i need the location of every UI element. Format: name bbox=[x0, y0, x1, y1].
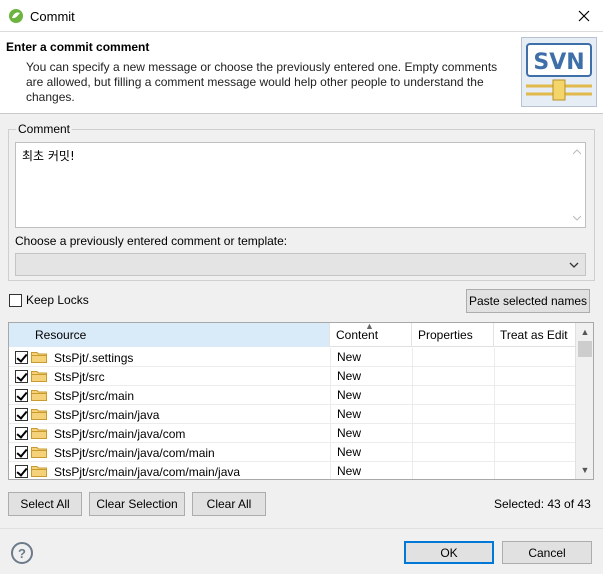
scroll-down-icon bbox=[573, 215, 581, 221]
row-properties bbox=[412, 348, 494, 367]
row-checkbox[interactable] bbox=[15, 446, 28, 459]
keep-locks-check[interactable] bbox=[9, 293, 22, 307]
row-treat-as-edit bbox=[494, 424, 575, 443]
table-row[interactable]: StsPjt/src New bbox=[9, 367, 575, 386]
table-row[interactable]: StsPjt/src/main/java/com/main New bbox=[9, 443, 575, 462]
row-content: New bbox=[330, 386, 412, 405]
table-row[interactable]: StsPjt/src/main New bbox=[9, 386, 575, 405]
comment-group-label: Comment bbox=[16, 122, 73, 136]
row-resource: StsPjt/src/main/java/com bbox=[54, 427, 186, 441]
column-treat-as-edit[interactable]: Treat as Edit bbox=[494, 323, 575, 347]
row-checkbox[interactable] bbox=[15, 465, 28, 478]
clear-all-button[interactable]: Clear All bbox=[192, 492, 266, 516]
app-icon bbox=[9, 9, 23, 23]
row-treat-as-edit bbox=[494, 367, 575, 386]
row-treat-as-edit bbox=[494, 386, 575, 405]
previous-comment-select[interactable] bbox=[15, 253, 586, 276]
sort-ascending-icon: ▲ bbox=[365, 322, 374, 331]
scroll-up-icon bbox=[573, 149, 581, 155]
column-resource[interactable]: Resource bbox=[9, 323, 330, 347]
table-row[interactable]: StsPjt/src/main/java/com/main/java New bbox=[9, 462, 575, 479]
comment-text: 최초 커밋! bbox=[22, 149, 75, 163]
folder-icon bbox=[31, 466, 47, 477]
row-checkbox[interactable] bbox=[15, 389, 28, 402]
folder-icon bbox=[31, 352, 47, 363]
footer-divider bbox=[0, 528, 603, 529]
row-content: New bbox=[330, 462, 412, 479]
folder-icon bbox=[31, 447, 47, 458]
cancel-button[interactable]: Cancel bbox=[502, 541, 592, 564]
paste-selected-names-button[interactable]: Paste selected names bbox=[466, 289, 590, 313]
svn-logo-text: SVN bbox=[533, 50, 584, 75]
scroll-up-icon[interactable]: ▲ bbox=[576, 323, 593, 341]
row-resource: StsPjt/.settings bbox=[54, 351, 134, 365]
row-resource: StsPjt/src/main/java/com/main bbox=[54, 446, 215, 460]
row-treat-as-edit bbox=[494, 462, 575, 479]
selected-count: Selected: 43 of 43 bbox=[494, 497, 591, 511]
keep-locks-checkbox[interactable]: Keep Locks bbox=[9, 293, 89, 307]
row-content: New bbox=[330, 348, 412, 367]
row-checkbox[interactable] bbox=[15, 427, 28, 440]
header-description: You can specify a new message or choose … bbox=[26, 60, 498, 104]
resource-table: Resource Content Properties Treat as Edi… bbox=[8, 322, 594, 480]
row-checkbox[interactable] bbox=[15, 351, 28, 364]
folder-icon bbox=[31, 371, 47, 382]
row-content: New bbox=[330, 405, 412, 424]
row-resource: StsPjt/src/main/java bbox=[54, 408, 160, 422]
row-content: New bbox=[330, 367, 412, 386]
choose-comment-label: Choose a previously entered comment or t… bbox=[15, 234, 288, 248]
scrollbar-thumb[interactable] bbox=[578, 341, 592, 357]
folder-icon bbox=[31, 428, 47, 439]
row-checkbox[interactable] bbox=[15, 408, 28, 421]
row-resource: StsPjt/src/main/java/com/main/java bbox=[54, 465, 241, 479]
table-row[interactable]: StsPjt/src/main/java New bbox=[9, 405, 575, 424]
svn-logo: SVN bbox=[521, 37, 597, 107]
row-resource: StsPjt/src bbox=[54, 370, 105, 384]
column-properties[interactable]: Properties bbox=[412, 323, 494, 347]
close-icon bbox=[578, 10, 590, 22]
row-checkbox[interactable] bbox=[15, 370, 28, 383]
vertical-scrollbar[interactable]: ▲ ▼ bbox=[575, 323, 593, 479]
table-header: Resource Content Properties Treat as Edi… bbox=[9, 323, 575, 347]
folder-icon bbox=[31, 390, 47, 401]
row-treat-as-edit bbox=[494, 348, 575, 367]
row-properties bbox=[412, 386, 494, 405]
keep-locks-label: Keep Locks bbox=[26, 293, 89, 307]
row-properties bbox=[412, 405, 494, 424]
comment-textarea[interactable]: 최초 커밋! bbox=[15, 142, 586, 228]
clear-selection-button[interactable]: Clear Selection bbox=[89, 492, 185, 516]
row-content: New bbox=[330, 443, 412, 462]
select-all-button[interactable]: Select All bbox=[8, 492, 82, 516]
row-treat-as-edit bbox=[494, 443, 575, 462]
chevron-down-icon bbox=[569, 262, 579, 268]
table-row[interactable]: StsPjt/src/main/java/com New bbox=[9, 424, 575, 443]
row-properties bbox=[412, 462, 494, 479]
row-resource: StsPjt/src/main bbox=[54, 389, 135, 403]
row-properties bbox=[412, 424, 494, 443]
header-title: Enter a commit comment bbox=[6, 40, 150, 54]
folder-icon bbox=[31, 409, 47, 420]
table-rows: StsPjt/.settings New StsPjt/src New StsPjt/s… bbox=[9, 348, 575, 479]
table-row[interactable]: StsPjt/.settings New bbox=[9, 348, 575, 367]
close-button[interactable] bbox=[566, 2, 602, 30]
scroll-down-icon[interactable]: ▼ bbox=[576, 461, 593, 479]
row-treat-as-edit bbox=[494, 405, 575, 424]
row-properties bbox=[412, 443, 494, 462]
ok-button[interactable]: OK bbox=[404, 541, 494, 564]
row-content: New bbox=[330, 424, 412, 443]
title-bar: Commit bbox=[0, 0, 603, 32]
row-properties bbox=[412, 367, 494, 386]
window-title: Commit bbox=[30, 9, 75, 24]
help-icon[interactable]: ? bbox=[11, 542, 33, 564]
dialog-header: Enter a commit comment You can specify a… bbox=[0, 32, 603, 114]
